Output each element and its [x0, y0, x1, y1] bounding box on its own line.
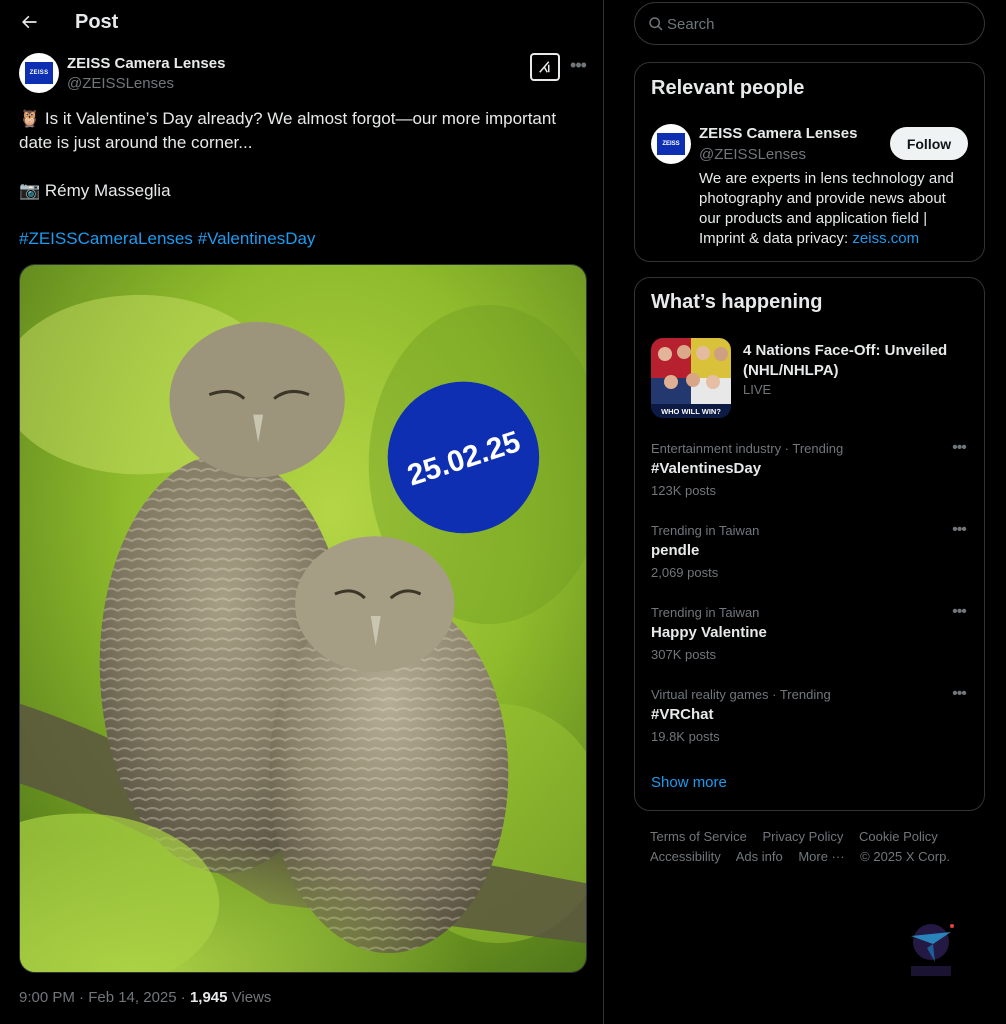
avatar[interactable]: ZEISS	[651, 124, 691, 164]
primary-column: Post ZEISS ZEISS Camera Lenses @ZEISSLen…	[0, 0, 604, 1024]
author-name[interactable]: ZEISS Camera Lenses	[67, 55, 225, 72]
post-header: Post	[0, 0, 603, 46]
trend-context: Virtual reality games · Trending	[651, 687, 831, 702]
trend-more-button[interactable]: •••	[947, 439, 971, 459]
more-horizontal-icon: •••	[952, 603, 967, 620]
trend-count: 19.8K posts	[651, 729, 720, 744]
relevant-people-card: Relevant people ZEISS ZEISS Camera Lense…	[634, 62, 985, 262]
event-thumbnail: WHO WILL WIN?	[651, 338, 731, 418]
post-line: 🦉 Is it Valentine’s Day already? We almo…	[19, 109, 557, 152]
footer-link-more[interactable]: More ···	[798, 849, 844, 864]
hashtag-link[interactable]: #ValentinesDay	[198, 229, 316, 248]
post-timestamp[interactable]: 9:00 PM · Feb 14, 2025	[19, 989, 177, 1006]
trend-context: Trending in Taiwan	[651, 523, 760, 538]
avatar[interactable]: ZEISS	[19, 53, 59, 93]
trend-item[interactable]: Trending in Taiwan pendle 2,069 posts ••…	[635, 521, 984, 605]
relevant-people-title: Relevant people	[651, 77, 805, 99]
search-icon	[649, 17, 663, 31]
post-meta: 9:00 PM · Feb 14, 2025 · 1,945 Views	[19, 989, 271, 1006]
more-horizontal-icon: •••	[570, 55, 587, 75]
footer-row: Terms of Service Privacy Policy Cookie P…	[650, 827, 970, 847]
whats-happening-card: What’s happening WHO WILL WIN? 4 Nations…	[634, 277, 985, 811]
person-name[interactable]: ZEISS Camera Lenses	[699, 125, 857, 142]
trend-context: Trending in Taiwan	[651, 605, 760, 620]
hashtag-link[interactable]: #ZEISSCameraLenses	[19, 229, 193, 248]
zeiss-logo: ZEISS	[25, 62, 53, 84]
hashtag-row: #ZEISSCameraLenses #ValentinesDay	[19, 227, 584, 251]
trend-name: #ValentinesDay	[651, 460, 762, 477]
trend-item[interactable]: Virtual reality games · Trending #VRChat…	[635, 685, 984, 769]
footer-link-privacy[interactable]: Privacy Policy	[762, 829, 843, 844]
bio-link[interactable]: zeiss.com	[852, 230, 919, 247]
search-box[interactable]	[634, 2, 985, 45]
event-status: LIVE	[743, 382, 772, 397]
trend-more-button[interactable]: •••	[947, 603, 971, 623]
whats-happening-title: What’s happening	[651, 291, 823, 313]
footer-link-terms[interactable]: Terms of Service	[650, 829, 747, 844]
person-bio: We are experts in lens technology and ph…	[699, 169, 969, 249]
trend-count: 307K posts	[651, 647, 717, 662]
post-author: ZEISS ZEISS Camera Lenses @ZEISSLenses •…	[19, 53, 587, 93]
more-horizontal-icon: •••	[952, 439, 967, 456]
live-event[interactable]: WHO WILL WIN? 4 Nations Face-Off: Unveil…	[651, 338, 971, 418]
footer-link-cookies[interactable]: Cookie Policy	[859, 829, 938, 844]
more-options-button[interactable]: •••	[568, 53, 588, 81]
event-title: 4 Nations Face-Off: Unveiled (NHL/NHLPA)	[743, 342, 948, 379]
back-button[interactable]	[17, 10, 41, 34]
views-count: 1,945	[189, 989, 228, 1006]
post-line: 📷 Rémy Masseglia	[19, 181, 171, 200]
trend-name: pendle	[651, 542, 700, 559]
zeiss-logo: ZEISS	[657, 133, 685, 155]
search-input[interactable]	[667, 11, 967, 37]
copyright: © 2025 X Corp.	[860, 849, 950, 864]
watermark-logo	[905, 922, 957, 980]
event-image-caption: WHO WILL WIN?	[661, 407, 721, 416]
grok-icon	[539, 61, 550, 73]
footer-row: Accessibility Ads info More ··· © 2025 X…	[650, 847, 970, 867]
arrow-left-icon	[22, 15, 37, 29]
trend-name: #VRChat	[651, 706, 714, 723]
footer-link-accessibility[interactable]: Accessibility	[650, 849, 721, 864]
trend-name: Happy Valentine	[651, 624, 767, 641]
show-more-link[interactable]: Show more	[651, 774, 727, 791]
owls-photo: 25.02.25	[20, 265, 586, 972]
trend-more-button[interactable]: •••	[947, 521, 971, 541]
trend-item[interactable]: Trending in Taiwan Happy Valentine 307K …	[635, 603, 984, 687]
grok-button[interactable]	[530, 53, 560, 81]
views-label: Views	[231, 989, 272, 1006]
trend-count: 2,069 posts	[651, 565, 719, 580]
post-image[interactable]: 25.02.25	[19, 264, 587, 973]
page-title: Post	[75, 11, 119, 33]
meta-separator: ·	[180, 989, 186, 1006]
trend-count: 123K posts	[651, 483, 717, 498]
person-handle[interactable]: @ZEISSLenses	[699, 146, 806, 163]
follow-button[interactable]: Follow	[890, 127, 968, 160]
trend-more-button[interactable]: •••	[947, 685, 971, 705]
hockey-players-image: WHO WILL WIN?	[651, 338, 731, 418]
sidebar-footer: Terms of Service Privacy Policy Cookie P…	[650, 827, 970, 867]
trend-context: Entertainment industry · Trending	[651, 441, 844, 456]
more-horizontal-icon: •••	[952, 521, 967, 538]
more-horizontal-icon: •••	[952, 685, 967, 702]
post-text: 🦉 Is it Valentine’s Day already? We almo…	[19, 107, 584, 251]
watermark-icon	[911, 924, 954, 976]
trend-item[interactable]: Entertainment industry · Trending #Valen…	[635, 439, 984, 523]
footer-link-ads-info[interactable]: Ads info	[736, 849, 783, 864]
author-handle[interactable]: @ZEISSLenses	[67, 75, 174, 92]
